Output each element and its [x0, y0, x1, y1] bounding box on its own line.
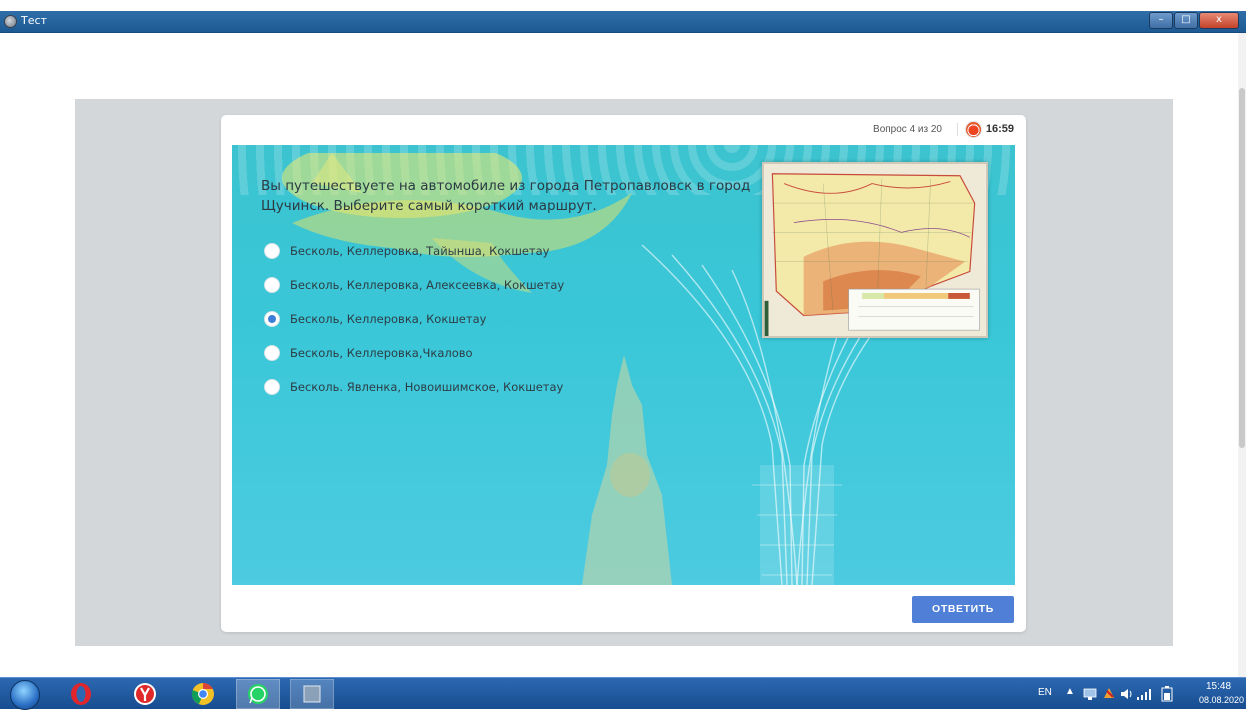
minimize-button[interactable]: – [1149, 12, 1173, 29]
yandex-browser-icon[interactable] [132, 681, 158, 707]
answer-option-5[interactable]: Бесколь. Явленка, Новоишимское, Кокшетау [264, 377, 644, 399]
window-controls: – □ x [1148, 12, 1239, 29]
network-icon[interactable] [1083, 687, 1097, 701]
quiz-card: Вопрос 4 из 20 16:59 Вы путешествуете на… [221, 115, 1026, 632]
action-center-icon[interactable] [1102, 686, 1116, 700]
answer-label: Бесколь, Келлеровка, Кокшетау [290, 312, 487, 326]
clock-time[interactable]: 15:48 [1206, 681, 1231, 692]
radio-button[interactable] [264, 243, 280, 259]
map-image [762, 162, 988, 338]
whatsapp-icon[interactable] [236, 679, 280, 709]
signal-icon[interactable] [1136, 687, 1152, 701]
answer-label: Бесколь, Келлеровка, Тайынша, Кокшетау [290, 244, 550, 258]
answer-label: Бесколь, Келлеровка, Алексеевка, Кокшета… [290, 278, 565, 292]
app-icon [4, 15, 17, 28]
vertical-scrollbar[interactable] [1238, 33, 1246, 677]
show-hidden-icons-icon[interactable]: ▲ [1065, 686, 1075, 697]
radio-button[interactable] [264, 345, 280, 361]
window-app-icon[interactable] [290, 679, 334, 709]
chrome-icon[interactable] [190, 681, 216, 707]
window-title: Тест [21, 14, 47, 27]
clock-date[interactable]: 08.08.2020 [1199, 695, 1244, 705]
timer-value: 16:59 [985, 123, 1014, 135]
radio-button[interactable] [264, 277, 280, 293]
volume-icon[interactable] [1120, 687, 1134, 701]
header-divider [957, 123, 958, 136]
system-tray: EN ▲ 15:48 08.08.2020 [1006, 678, 1246, 710]
answer-option-1[interactable]: Бесколь, Келлеровка, Тайынша, Кокшетау [264, 241, 644, 263]
window-titlebar: Тест – □ x [0, 11, 1246, 33]
answer-option-4[interactable]: Бесколь, Келлеровка,Чкалово [264, 343, 644, 365]
submit-answer-button[interactable]: ОТВЕТИТЬ [912, 596, 1014, 623]
opera-icon[interactable] [68, 681, 94, 707]
question-text: Вы путешествуете на автомобиле из города… [261, 178, 751, 214]
maximize-button[interactable]: □ [1174, 12, 1198, 29]
start-button[interactable] [10, 680, 40, 710]
radio-button[interactable] [264, 379, 280, 395]
question-counter: Вопрос 4 из 20 [873, 124, 942, 135]
radio-button-selected[interactable] [264, 311, 280, 327]
scrollbar-thumb[interactable] [1239, 88, 1245, 448]
taskbar: EN ▲ 15:48 08.08.2020 [0, 677, 1246, 710]
answer-option-3[interactable]: Бесколь, Келлеровка, Кокшетау [264, 309, 644, 331]
language-indicator[interactable]: EN [1038, 687, 1052, 698]
timer-icon [965, 121, 982, 138]
answer-option-2[interactable]: Бесколь, Келлеровка, Алексеевка, Кокшета… [264, 275, 644, 297]
battery-icon[interactable] [1160, 686, 1174, 702]
answer-label: Бесколь, Келлеровка,Чкалово [290, 346, 473, 360]
question-panel: Вы путешествуете на автомобиле из города… [232, 145, 1015, 585]
close-button[interactable]: x [1199, 12, 1239, 29]
answer-label: Бесколь. Явленка, Новоишимское, Кокшетау [290, 380, 564, 394]
